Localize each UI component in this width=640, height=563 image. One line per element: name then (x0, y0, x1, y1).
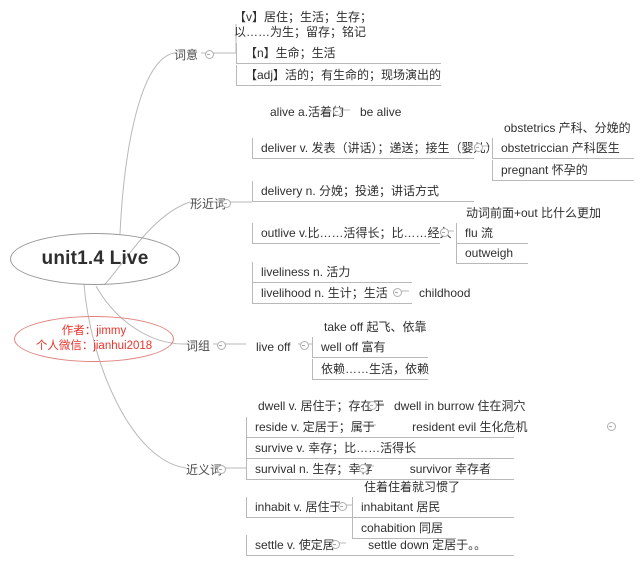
node-flu[interactable]: flu 流 (456, 223, 528, 244)
node-outlive[interactable]: outlive v.比……活得长；比……经久 (252, 223, 451, 244)
node-ciyi-n[interactable]: 【n】生命；生活 (236, 43, 441, 64)
branch-label-xingjinci[interactable]: 形近词 (190, 195, 226, 212)
toggle-outlive[interactable] (440, 228, 449, 237)
node-obstetrics[interactable]: obstetrics 产科、分娩的 (496, 118, 637, 138)
toggle-live-off[interactable] (300, 341, 309, 350)
toggle-reside[interactable] (607, 422, 616, 431)
node-reside[interactable]: reside v. 定居于；属于 resident evil 生化危机 (246, 417, 616, 438)
mindmap-canvas: unit1.4 Live 作者：jimmy 个人微信：jianhui2018 词… (0, 0, 640, 563)
branch-label-cizu[interactable]: 词组 (186, 337, 210, 354)
node-childhood[interactable]: childhood (411, 283, 476, 303)
node-take-off[interactable]: take off 起飞、依靠 (316, 317, 432, 337)
toggle-cizu[interactable] (217, 341, 226, 350)
node-liveliness[interactable]: liveliness n. 活力 (252, 262, 412, 283)
node-settle-down: settle down 定居于。。 (368, 538, 487, 552)
toggle-survival[interactable] (359, 464, 368, 473)
branch-label-ciyi[interactable]: 词意 (174, 46, 198, 63)
toggle-jinyici[interactable] (217, 465, 226, 474)
node-well-off[interactable]: well off 富有 (312, 337, 428, 358)
toggle-xingjinci[interactable] (222, 199, 231, 208)
node-inhabitant[interactable]: inhabitant 居民 (352, 497, 456, 518)
node-ciyi-v-line2: 以……为生；留存；铭记 (234, 25, 367, 39)
node-dwell-in-burrow[interactable]: dwell in burrow 住在洞穴 (386, 396, 531, 416)
node-pregnant[interactable]: pregnant 怀孕的 (492, 160, 634, 181)
node-resident-evil: resident evil 生化危机 (412, 420, 528, 434)
toggle-deliver[interactable] (474, 143, 483, 152)
author-note[interactable]: 作者：jimmy 个人微信：jianhui2018 (14, 316, 174, 362)
node-livelihood[interactable]: livelihood n. 生计；生活 (252, 283, 412, 304)
toggle-ciyi[interactable] (205, 50, 214, 59)
author-name: 作者：jimmy (61, 325, 127, 337)
node-out-rule[interactable]: 动词前面+out 比什么更加 (458, 203, 607, 223)
node-settle-text: settle v. 使定居 (255, 538, 335, 552)
node-survival-text: survival n. 生存；幸存 (255, 462, 373, 476)
node-ciyi-v-line1: 【v】居住；生活；生存； (234, 10, 373, 24)
node-obstetriccian[interactable]: obstetriccian 产科医生 (492, 138, 634, 159)
node-survivor: survivor 幸存者 (409, 462, 492, 476)
node-outweigh[interactable]: outweigh (456, 243, 528, 264)
author-wechat: 个人微信：jianhui2018 (35, 340, 153, 352)
node-inhabit-note[interactable]: 住着住着就习惯了 (356, 477, 466, 497)
node-reside-text: reside v. 定居于；属于 (255, 420, 375, 434)
node-live-off[interactable]: live off (248, 337, 296, 357)
toggle-inhabit[interactable] (338, 502, 347, 511)
central-topic-label: unit1.4 Live (41, 248, 149, 269)
central-topic[interactable]: unit1.4 Live (10, 233, 180, 285)
toggle-alive[interactable] (333, 107, 342, 116)
node-ciyi-adj[interactable]: 【adj】活的；有生命的；现场演出的 (236, 65, 441, 86)
node-ciyi-v[interactable]: 【v】居住；生活；生存； 以……为生；留存；铭记 (226, 8, 406, 42)
node-liveoff-meaning[interactable]: 依赖……生活，依赖 (312, 359, 429, 380)
toggle-dwell[interactable] (368, 401, 377, 410)
toggle-livelihood[interactable] (393, 288, 402, 297)
node-delivery[interactable]: delivery n. 分娩；投递；讲话方式 (252, 181, 474, 202)
node-settle[interactable]: settle v. 使定居 settle down 定居于。。 (246, 535, 514, 556)
node-deliver[interactable]: deliver v. 发表（讲话）；递送；接生（婴儿） (252, 138, 497, 159)
toggle-settle[interactable] (331, 540, 340, 549)
node-survive[interactable]: survive v. 幸存；比……活得长 (246, 438, 514, 459)
node-be-alive[interactable]: be alive (352, 102, 407, 122)
